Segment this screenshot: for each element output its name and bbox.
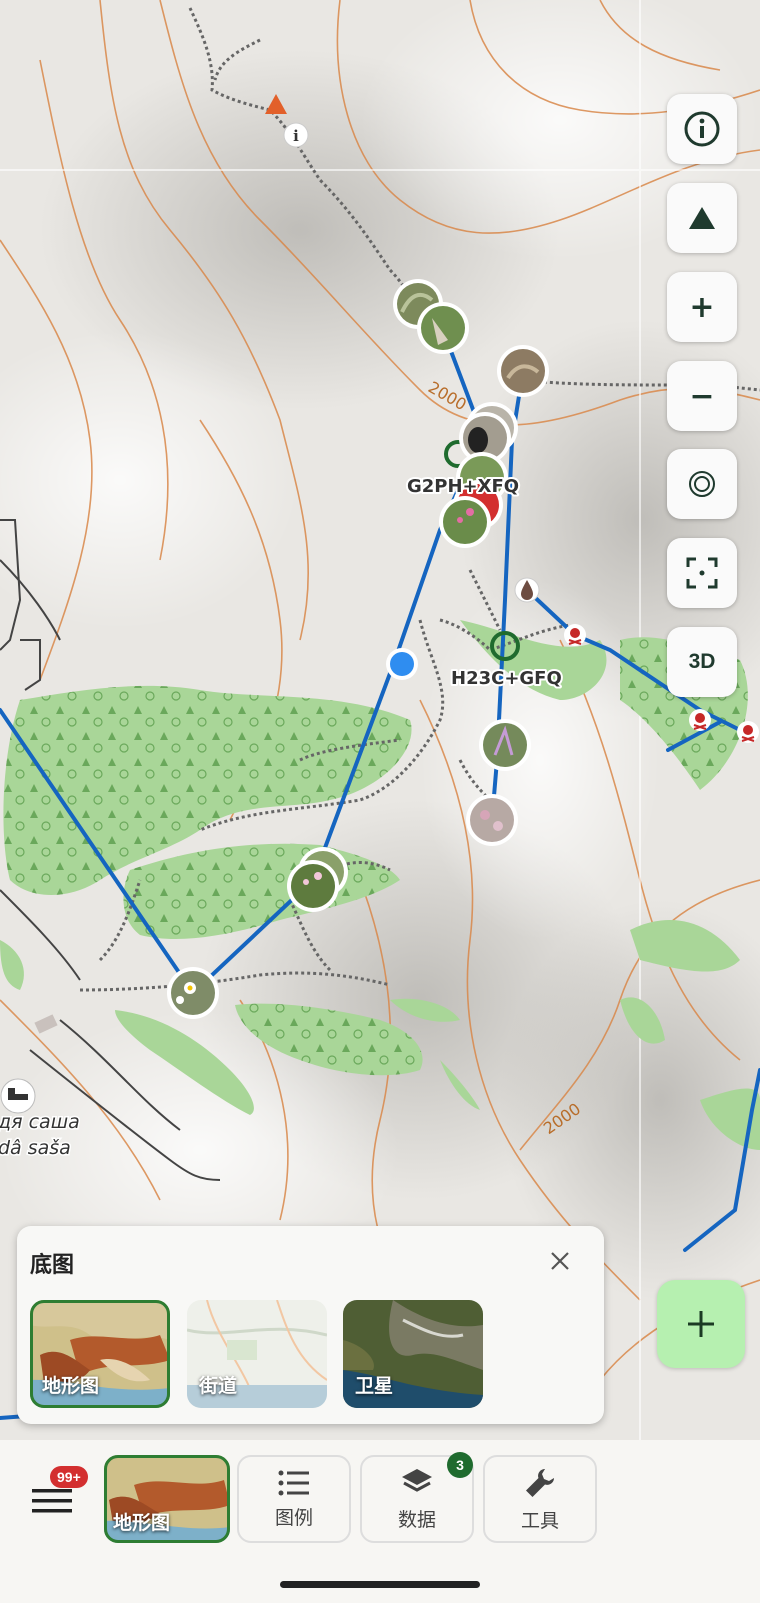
menu-button[interactable] bbox=[30, 1485, 74, 1515]
info-button[interactable] bbox=[667, 94, 737, 164]
danger-poi-icon[interactable] bbox=[564, 624, 586, 646]
terrain-button[interactable] bbox=[667, 183, 737, 253]
mountain-icon bbox=[689, 207, 715, 229]
basemap-option-street[interactable]: 街道 bbox=[187, 1300, 327, 1408]
target-icon bbox=[689, 471, 715, 497]
map-canvas[interactable]: 2000 2000 i G2PH+XFQ H23C+GFQ дя саша dâ… bbox=[0, 0, 760, 1440]
fullscreen-button[interactable] bbox=[667, 538, 737, 608]
zoom-out-button[interactable]: − bbox=[667, 361, 737, 431]
zoom-out-label: − bbox=[689, 378, 715, 414]
plus-icon bbox=[688, 1311, 714, 1337]
legend-tab[interactable]: 图例 bbox=[237, 1455, 351, 1543]
3d-button[interactable]: 3D bbox=[667, 627, 737, 697]
layers-icon bbox=[402, 1468, 432, 1492]
pluscode-label: G2PH+XFQ bbox=[407, 476, 519, 497]
hamburger-icon bbox=[32, 1489, 72, 1513]
list-icon bbox=[278, 1470, 309, 1495]
place-name-latin: dâ saša bbox=[0, 1137, 71, 1159]
locate-button[interactable] bbox=[667, 449, 737, 519]
svg-text:i: i bbox=[293, 127, 299, 145]
basemap-option-label: 街道 bbox=[199, 1376, 238, 1397]
current-basemap-label: 地形图 bbox=[113, 1513, 171, 1534]
basemap-option-label: 卫星 bbox=[355, 1376, 394, 1397]
tools-tab[interactable]: 工具 bbox=[483, 1455, 597, 1543]
wrench-icon bbox=[526, 1468, 554, 1497]
close-icon[interactable] bbox=[547, 1248, 573, 1274]
zoom-in-button[interactable]: + bbox=[667, 272, 737, 342]
basemap-panel: 底图 地形图 街道 卫星 bbox=[17, 1226, 604, 1424]
3d-label: 3D bbox=[688, 650, 716, 673]
data-tab-label: 数据 bbox=[397, 1509, 436, 1531]
bottom-bar: 99+ 地形图 图例 数据 3 工具 bbox=[0, 1440, 760, 1603]
tools-tab-label: 工具 bbox=[520, 1510, 559, 1532]
basemap-option-label: 地形图 bbox=[42, 1376, 100, 1397]
basemap-panel-title: 底图 bbox=[30, 1252, 75, 1277]
fullscreen-icon bbox=[686, 557, 718, 589]
add-observation-button[interactable] bbox=[657, 1280, 745, 1368]
legend-tab-label: 图例 bbox=[274, 1507, 313, 1529]
data-badge: 3 bbox=[447, 1452, 473, 1478]
place-name-cyrillic: дя саша bbox=[0, 1111, 80, 1133]
info-icon bbox=[684, 111, 720, 147]
menu-badge: 99+ bbox=[50, 1466, 88, 1488]
current-basemap-button[interactable]: 地形图 bbox=[104, 1455, 230, 1543]
danger-poi-icon[interactable] bbox=[737, 721, 759, 743]
basemap-option-terrain[interactable]: 地形图 bbox=[30, 1300, 170, 1408]
danger-poi-icon[interactable] bbox=[689, 709, 711, 731]
home-indicator bbox=[280, 1581, 480, 1588]
pluscode-label: H23C+GFQ bbox=[451, 668, 562, 689]
basemap-option-satellite[interactable]: 卫星 bbox=[343, 1300, 483, 1408]
zoom-in-label: + bbox=[689, 289, 715, 325]
map-svg: 2000 2000 i G2PH+XFQ H23C+GFQ дя саша dâ… bbox=[0, 0, 760, 1440]
